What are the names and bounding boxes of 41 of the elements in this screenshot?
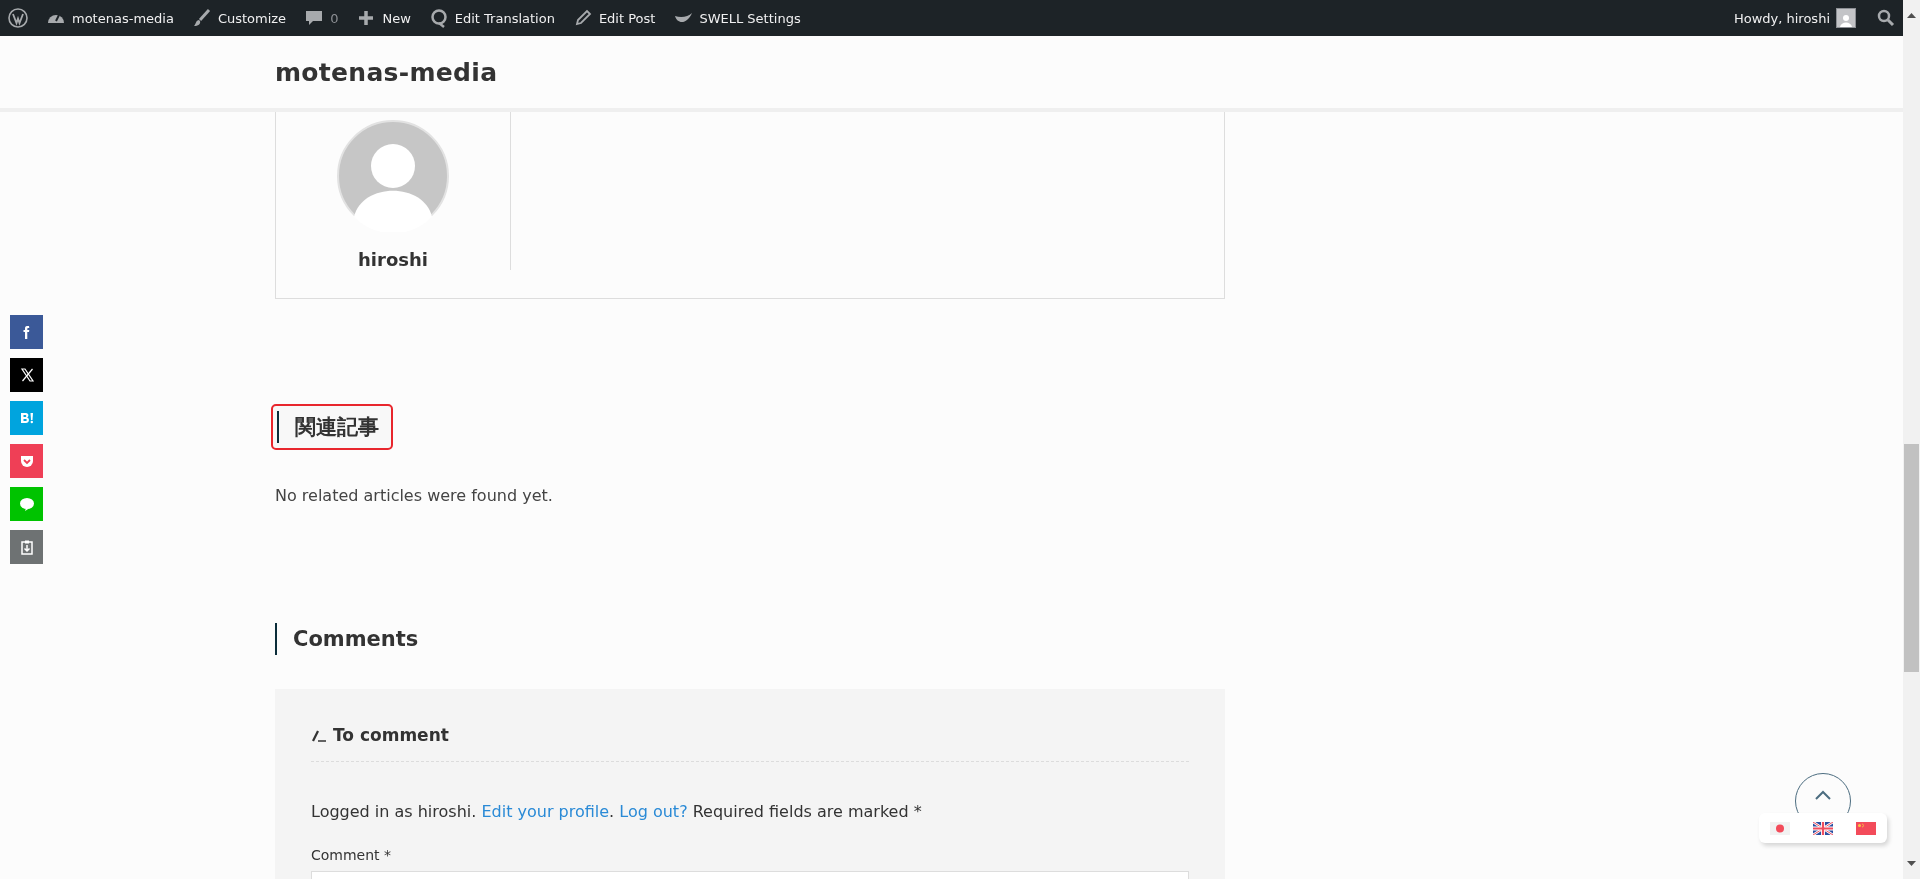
empty-message: No related articles were found yet. [275, 486, 554, 505]
uk-flag-icon [1813, 821, 1833, 835]
section-heading: 関連記事 [277, 411, 379, 443]
china-flag-icon [1855, 821, 1876, 835]
author-name[interactable]: hiroshi [358, 249, 428, 270]
back-to-top-button[interactable] [1795, 773, 1851, 813]
brush-icon [191, 8, 212, 28]
chevron-up-icon [1815, 790, 1831, 800]
speech-bubble-icon [304, 8, 325, 28]
hatena-share-button[interactable] [10, 401, 43, 435]
wordpress-logo-icon [8, 8, 28, 28]
language-option[interactable] [1770, 821, 1791, 835]
plus-menu[interactable]: New [347, 0, 420, 36]
scroll-up-icon[interactable] [1907, 13, 1916, 18]
section-heading: Comments [275, 623, 419, 655]
avatar-icon [1836, 8, 1856, 28]
scrollbar[interactable] [1903, 0, 1920, 879]
form-title: To comment [333, 725, 449, 745]
brush-menu[interactable]: Customize [182, 0, 296, 36]
language-option[interactable] [1855, 821, 1876, 835]
site-title[interactable]: motenas-media [275, 57, 498, 87]
x-share-button[interactable] [10, 358, 43, 392]
language-option[interactable] [1813, 821, 1833, 835]
copy-share-button[interactable] [10, 530, 43, 564]
pencil-menu[interactable]: Edit Post [563, 0, 665, 36]
japan-flag-icon [1770, 821, 1791, 835]
dashboard-menu[interactable]: motenas-media [37, 0, 183, 36]
swell-menu[interactable]: SWELL Settings [664, 0, 810, 36]
line-speech-icon [17, 495, 36, 513]
facebook-share-button[interactable] [10, 315, 43, 349]
line-share-button[interactable] [10, 487, 43, 521]
comment-label: Comment * [311, 847, 393, 863]
logged-in-note: Logged in as hiroshi. Edit your profile. Log out? Required fields are marked * [311, 802, 923, 821]
translate-menu[interactable]: Edit Translation [419, 0, 564, 36]
pocket-share-button[interactable] [10, 444, 43, 478]
scroll-down-icon[interactable] [1907, 861, 1916, 866]
comments-link[interactable]: 0 [295, 0, 348, 36]
scrollbar-thumb[interactable] [1904, 444, 1919, 672]
account-menu[interactable]: Howdy, hiroshi [1724, 0, 1865, 36]
search-icon [1877, 9, 1895, 27]
translation-icon [428, 8, 449, 28]
